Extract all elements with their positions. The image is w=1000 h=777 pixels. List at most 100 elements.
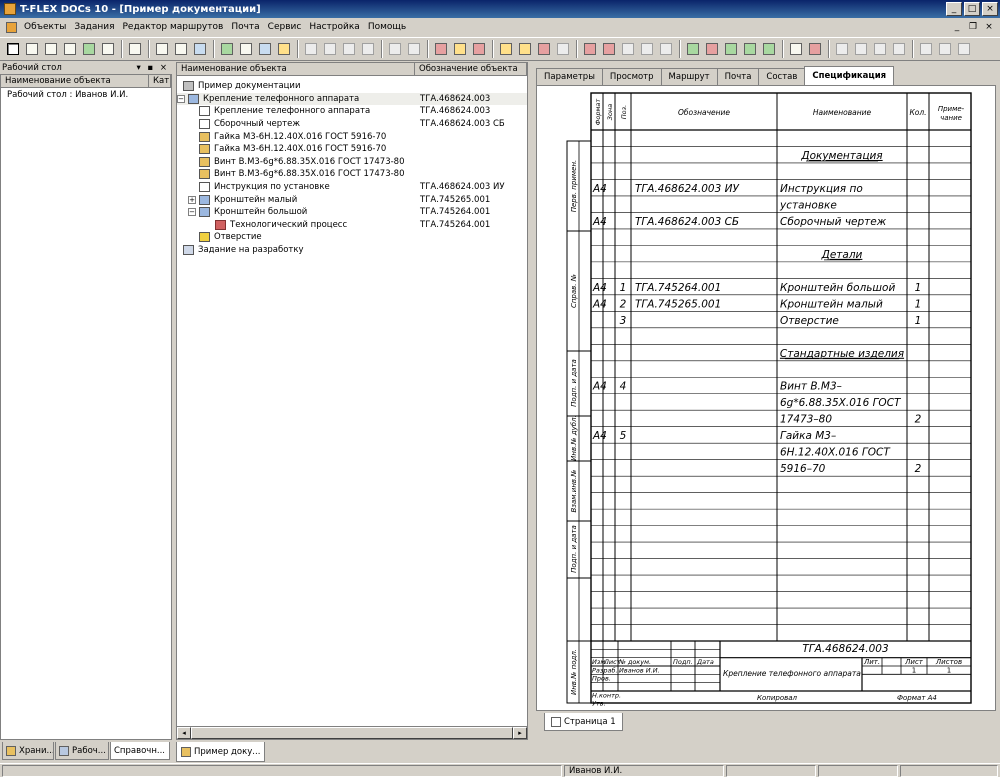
menu-route-editor[interactable]: Редактор маршрутов (119, 22, 228, 32)
desktop-row[interactable]: Рабочий стол : Иванов И.И. (1, 88, 171, 102)
menu-objects[interactable]: Объекты (20, 22, 70, 32)
task-back-icon[interactable] (638, 40, 656, 58)
copy-icon[interactable] (99, 40, 117, 58)
task-add-icon[interactable] (581, 40, 599, 58)
panel-pin-icon[interactable]: ▾ ▪ × (136, 63, 172, 73)
route-edit-icon[interactable] (516, 40, 534, 58)
tree-row[interactable]: − Крепление телефонного аппарата ТГА.46862… (177, 92, 527, 106)
doc-copy-icon[interactable] (871, 40, 889, 58)
tab-specification[interactable]: Спецификация (804, 66, 895, 85)
desktop-list[interactable]: Наименование объекта Кат Рабочий стол : … (0, 74, 172, 740)
task-delete-icon[interactable] (600, 40, 618, 58)
maximize-button[interactable]: □ (964, 2, 980, 16)
apply-icon[interactable] (80, 40, 98, 58)
tree-horizontal-scrollbar[interactable]: ◂ ▸ (176, 726, 528, 740)
print-icon[interactable] (126, 40, 144, 58)
route-send-icon[interactable] (554, 40, 572, 58)
tab-mail[interactable]: Почта (716, 68, 760, 85)
mail-forward-icon[interactable] (741, 40, 759, 58)
properties-icon[interactable] (42, 40, 60, 58)
column-category[interactable]: Кат (149, 75, 171, 87)
tab-desktop[interactable]: Рабоч... (55, 742, 109, 760)
menu-settings[interactable]: Настройка (305, 22, 364, 32)
tree-icon[interactable] (256, 40, 274, 58)
mdi-restore-icon[interactable]: ❐ (966, 22, 980, 32)
unarchive-icon[interactable] (405, 40, 423, 58)
tab-document-window[interactable]: Пример доку... (176, 742, 266, 762)
doc-c-icon[interactable] (955, 40, 973, 58)
mdi-minimize-icon[interactable]: _ (950, 22, 964, 32)
checkout-icon[interactable] (321, 40, 339, 58)
task-forward-icon[interactable] (619, 40, 637, 58)
tree-row[interactable]: Винт В.М3-6g*6.88.35Х.016 ГОСТ 17473-80 (177, 168, 527, 181)
menu-tasks[interactable]: Задания (70, 22, 118, 32)
mail-reply-icon[interactable] (722, 40, 740, 58)
find-icon[interactable] (153, 40, 171, 58)
route-add-icon[interactable] (497, 40, 515, 58)
column-name[interactable]: Наименование объекта (1, 75, 149, 87)
collapse-icon[interactable]: − (177, 94, 185, 103)
revoke-icon[interactable] (359, 40, 377, 58)
collapse-icon[interactable]: − (188, 208, 196, 217)
tab-composition[interactable]: Состав (758, 68, 806, 85)
tab-preview[interactable]: Просмотр (601, 68, 662, 85)
column-object-code[interactable]: Обозначение объекта (415, 63, 527, 75)
refresh-icon[interactable] (218, 40, 236, 58)
minimize-button[interactable]: _ (946, 2, 962, 16)
tree-row[interactable]: Отверстие (177, 231, 527, 244)
link-add-icon[interactable] (432, 40, 450, 58)
close-button[interactable]: × (982, 2, 998, 16)
view-icon[interactable] (191, 40, 209, 58)
tree-row[interactable]: Крепление телефонного аппарата ТГА.468624… (177, 105, 527, 118)
tree-row[interactable]: Пример документации (177, 80, 527, 93)
expand-icon[interactable]: + (188, 195, 196, 204)
route-delete-icon[interactable] (535, 40, 553, 58)
tree-row[interactable]: Инструкция по установке ТГА.468624.003 ИУ (177, 181, 527, 194)
tab-parameters[interactable]: Параметры (536, 68, 603, 85)
window-icon[interactable] (787, 40, 805, 58)
tree-row[interactable]: Гайка М3-6Н.12.40Х.016 ГОСТ 5916-70 (177, 143, 527, 156)
mdi-close-icon[interactable]: × (982, 22, 996, 32)
tab-storage[interactable]: Храни... (2, 742, 54, 760)
menu-service[interactable]: Сервис (264, 22, 306, 32)
mail-new-icon[interactable] (684, 40, 702, 58)
tab-page-1[interactable]: Страница 1 (544, 713, 623, 731)
document-icon[interactable] (6, 21, 17, 33)
tree-row[interactable]: − Кронштейн большой ТГА.745264.001 (177, 206, 527, 219)
checkin-icon[interactable] (302, 40, 320, 58)
tree-row[interactable]: Гайка М3-6Н.12.40Х.016 ГОСТ 5916-70 (177, 130, 527, 143)
doc-b-icon[interactable] (936, 40, 954, 58)
scroll-right-icon[interactable]: ▸ (513, 727, 527, 739)
export-icon[interactable] (275, 40, 293, 58)
link-edit-icon[interactable] (451, 40, 469, 58)
tab-route[interactable]: Маршрут (660, 68, 718, 85)
task-done-icon[interactable] (657, 40, 675, 58)
title-bar[interactable]: T-FLEX DOCs 10 - [Пример документации] _… (0, 0, 1000, 18)
archive-icon[interactable] (386, 40, 404, 58)
mail-send-icon[interactable] (760, 40, 778, 58)
scroll-thumb[interactable] (191, 727, 513, 739)
select-tool-icon[interactable] (4, 40, 22, 58)
doc-open-icon[interactable] (852, 40, 870, 58)
doc-a-icon[interactable] (917, 40, 935, 58)
tree-row[interactable]: Технологический процесс ТГА.745264.001 (177, 219, 527, 232)
doc-paste-icon[interactable] (890, 40, 908, 58)
link-delete-icon[interactable] (470, 40, 488, 58)
doc-new-icon[interactable] (833, 40, 851, 58)
approve-icon[interactable] (340, 40, 358, 58)
menu-help[interactable]: Помощь (364, 22, 410, 32)
message-icon[interactable] (806, 40, 824, 58)
tab-reference[interactable]: Справочн... (110, 742, 170, 760)
tree-row[interactable]: Винт В.М3-6g*6.88.35Х.016 ГОСТ 17473-80 (177, 156, 527, 169)
tree-row[interactable]: + Кронштейн малый ТГА.745265.001 (177, 193, 527, 206)
table-icon[interactable] (237, 40, 255, 58)
mail-delete-icon[interactable] (703, 40, 721, 58)
scroll-left-icon[interactable]: ◂ (177, 727, 191, 739)
column-object-name[interactable]: Наименование объекта (177, 63, 415, 75)
tree-row[interactable]: Задание на разработку (177, 244, 527, 257)
check-icon[interactable] (61, 40, 79, 58)
tree-row[interactable]: Сборочный чертеж ТГА.468624.003 СБ (177, 118, 527, 131)
new-object-icon[interactable] (23, 40, 41, 58)
filter-icon[interactable] (172, 40, 190, 58)
menu-mail[interactable]: Почта (227, 22, 263, 32)
